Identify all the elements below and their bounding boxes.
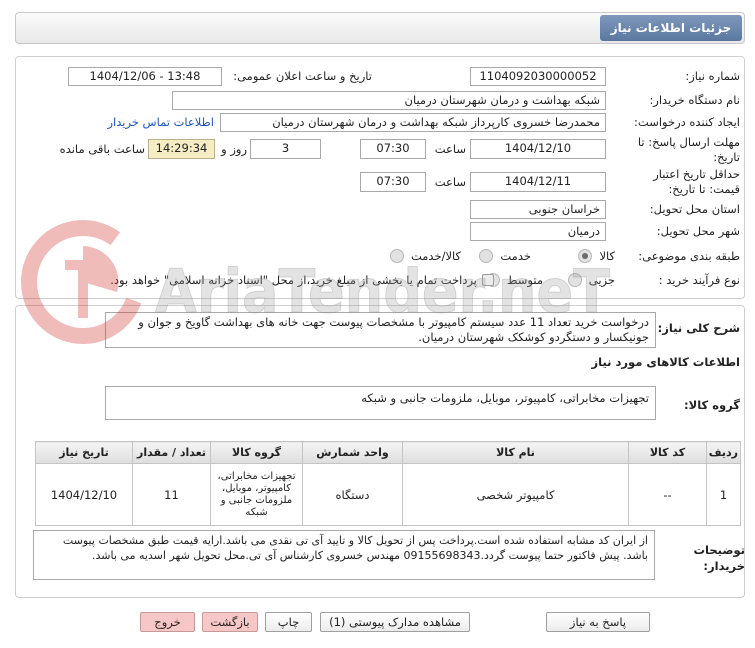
category-goods-service-radio[interactable]: [389, 249, 404, 263]
category-option-service[interactable]: خدمت: [479, 248, 531, 264]
goods-group-field: تجهیزات مخابراتی، کامپیوتر، موبایل، ملزو…: [105, 386, 656, 420]
reply-deadline-time-field: 07:30: [360, 139, 426, 159]
remaining-days-field: 3: [250, 139, 321, 159]
remaining-time-box: 14:29:34: [148, 139, 215, 159]
items-section-title: اطلاعات کالاهای مورد نیاز: [591, 355, 740, 369]
cell-item-group: تجهیزات مخابراتی، کامپیوتر، موبایل، ملزو…: [210, 463, 303, 526]
reply-deadline-date-field: 1404/12/10: [470, 139, 606, 159]
buyer-notes-label-line1: توضیحات: [693, 543, 746, 557]
cell-need-date: 1404/12/10: [35, 463, 133, 526]
column-header-item-group: گروه کالا: [210, 441, 303, 464]
reply-deadline-label-line2: تاریخ:: [713, 150, 740, 164]
buyer-notes-label-line2: خریدار:: [703, 559, 745, 573]
cell-item-name: کامپیوتر شخصی: [402, 463, 629, 526]
delivery-city-label: شهر محل تحویل:: [656, 224, 740, 238]
category-option-goods-service[interactable]: کالا/خدمت: [389, 248, 461, 264]
process-option-minor-label: جزیی: [588, 273, 615, 287]
column-header-need-date: تاریخ نیاز: [35, 441, 133, 464]
category-option-goods-service-label: کالا/خدمت: [410, 249, 461, 263]
reply-deadline-label-line1: مهلت ارسال پاسخ: تا: [637, 135, 740, 149]
description-label: شرح کلی نیاز:: [657, 321, 740, 335]
items-table: ردیف کد کالا نام کالا واحد شمارش گروه کا…: [35, 441, 741, 526]
delivery-province-label: استان محل تحویل:: [649, 202, 740, 216]
buyer-org-field: شبکه بهداشت و درمان شهرستان درمیان: [172, 91, 606, 110]
page-title: جزئیات اطلاعات نیاز: [600, 15, 742, 41]
items-table-header: ردیف کد کالا نام کالا واحد شمارش گروه کا…: [35, 441, 741, 464]
column-header-item-code: کد کالا: [628, 441, 707, 464]
column-header-quantity: تعداد / مقدار: [132, 441, 211, 464]
need-number-field: 1104092030000052: [470, 67, 606, 86]
need-number-label: شماره نیاز:: [685, 69, 740, 83]
remaining-days-label: روز و: [221, 142, 247, 156]
page-header: جزئیات اطلاعات نیاز: [15, 12, 745, 44]
treasury-payment-label: پرداخت تمام یا بخشی از مبلغ خرید،از محل …: [110, 273, 477, 287]
category-service-radio[interactable]: [479, 249, 494, 263]
table-row: 1 -- کامپیوتر شخصی دستگاه تجهیزات مخابرا…: [35, 463, 741, 526]
treasury-payment-checkbox[interactable]: [482, 274, 494, 286]
process-option-medium-label: متوسط: [506, 273, 543, 287]
category-label: طبقه بندی موضوعی:: [638, 249, 740, 263]
buyer-org-label: نام دستگاه خریدار:: [649, 93, 740, 107]
cell-item-code: --: [628, 463, 707, 526]
cell-row-number: 1: [706, 463, 741, 526]
price-validity-time-label: ساعت: [434, 175, 466, 189]
price-validity-label-line1: حداقل تاریخ اعتبار: [653, 167, 740, 181]
delivery-city-field: درمیان: [470, 222, 606, 241]
process-option-medium[interactable]: متوسط: [485, 272, 543, 288]
announce-datetime-label: تاریخ و ساعت اعلان عمومی:: [233, 69, 372, 83]
delivery-province-field: خراسان جنوبی: [470, 200, 606, 219]
requester-field: محمدرضا خسروی کارپرداز شبکه بهداشت و درم…: [220, 113, 606, 132]
column-header-unit: واحد شمارش: [302, 441, 403, 464]
exit-button[interactable]: خروج: [140, 612, 195, 632]
category-option-service-label: خدمت: [500, 249, 531, 263]
price-validity-label: حداقل تاریخ اعتبار قیمت: تا تاریخ:: [622, 167, 740, 197]
requester-label: ایجاد کننده درخواست:: [634, 115, 740, 129]
price-validity-label-line2: قیمت: تا تاریخ:: [668, 182, 740, 196]
category-option-goods-label: کالا: [599, 249, 615, 263]
reply-deadline-label: مهلت ارسال پاسخ: تا تاریخ:: [622, 135, 740, 165]
price-validity-time-field: 07:30: [360, 172, 426, 192]
buyer-notes-field: از ایران کد مشابه استفاده شده است.پرداخت…: [33, 530, 655, 580]
category-goods-radio[interactable]: [578, 249, 593, 263]
process-minor-radio[interactable]: [567, 273, 582, 287]
reply-button[interactable]: پاسخ به نیاز: [546, 612, 650, 632]
buyer-contact-link[interactable]: اطلاعات تماس خریدار: [107, 114, 214, 130]
remaining-time-label: ساعت باقی مانده: [59, 142, 145, 156]
buyer-notes-label: توضیحات خریدار:: [665, 542, 746, 574]
description-field: درخواست خرید تعداد 11 عدد سیستم کامپیوتر…: [105, 312, 656, 348]
column-header-row-number: ردیف: [706, 441, 741, 464]
print-button[interactable]: چاپ: [265, 612, 312, 632]
column-header-item-name: نام کالا: [402, 441, 629, 464]
reply-deadline-time-label: ساعت: [434, 142, 466, 156]
cell-quantity: 11: [132, 463, 211, 526]
cell-unit: دستگاه: [302, 463, 403, 526]
price-validity-date-field: 1404/12/11: [470, 172, 606, 192]
view-attachments-button[interactable]: مشاهده مدارک پیوستی (1): [320, 612, 470, 632]
goods-group-label: گروه کالا:: [684, 398, 740, 412]
treasury-payment-option[interactable]: پرداخت تمام یا بخشی از مبلغ خرید،از محل …: [110, 272, 494, 288]
back-button[interactable]: بازگشت: [202, 612, 258, 632]
process-option-minor[interactable]: جزیی: [567, 272, 615, 288]
announce-datetime-field: 1404/12/06 - 13:48: [68, 67, 222, 86]
process-type-label: نوع فرآیند خرید :: [658, 273, 740, 287]
category-option-goods[interactable]: کالا: [578, 248, 615, 264]
